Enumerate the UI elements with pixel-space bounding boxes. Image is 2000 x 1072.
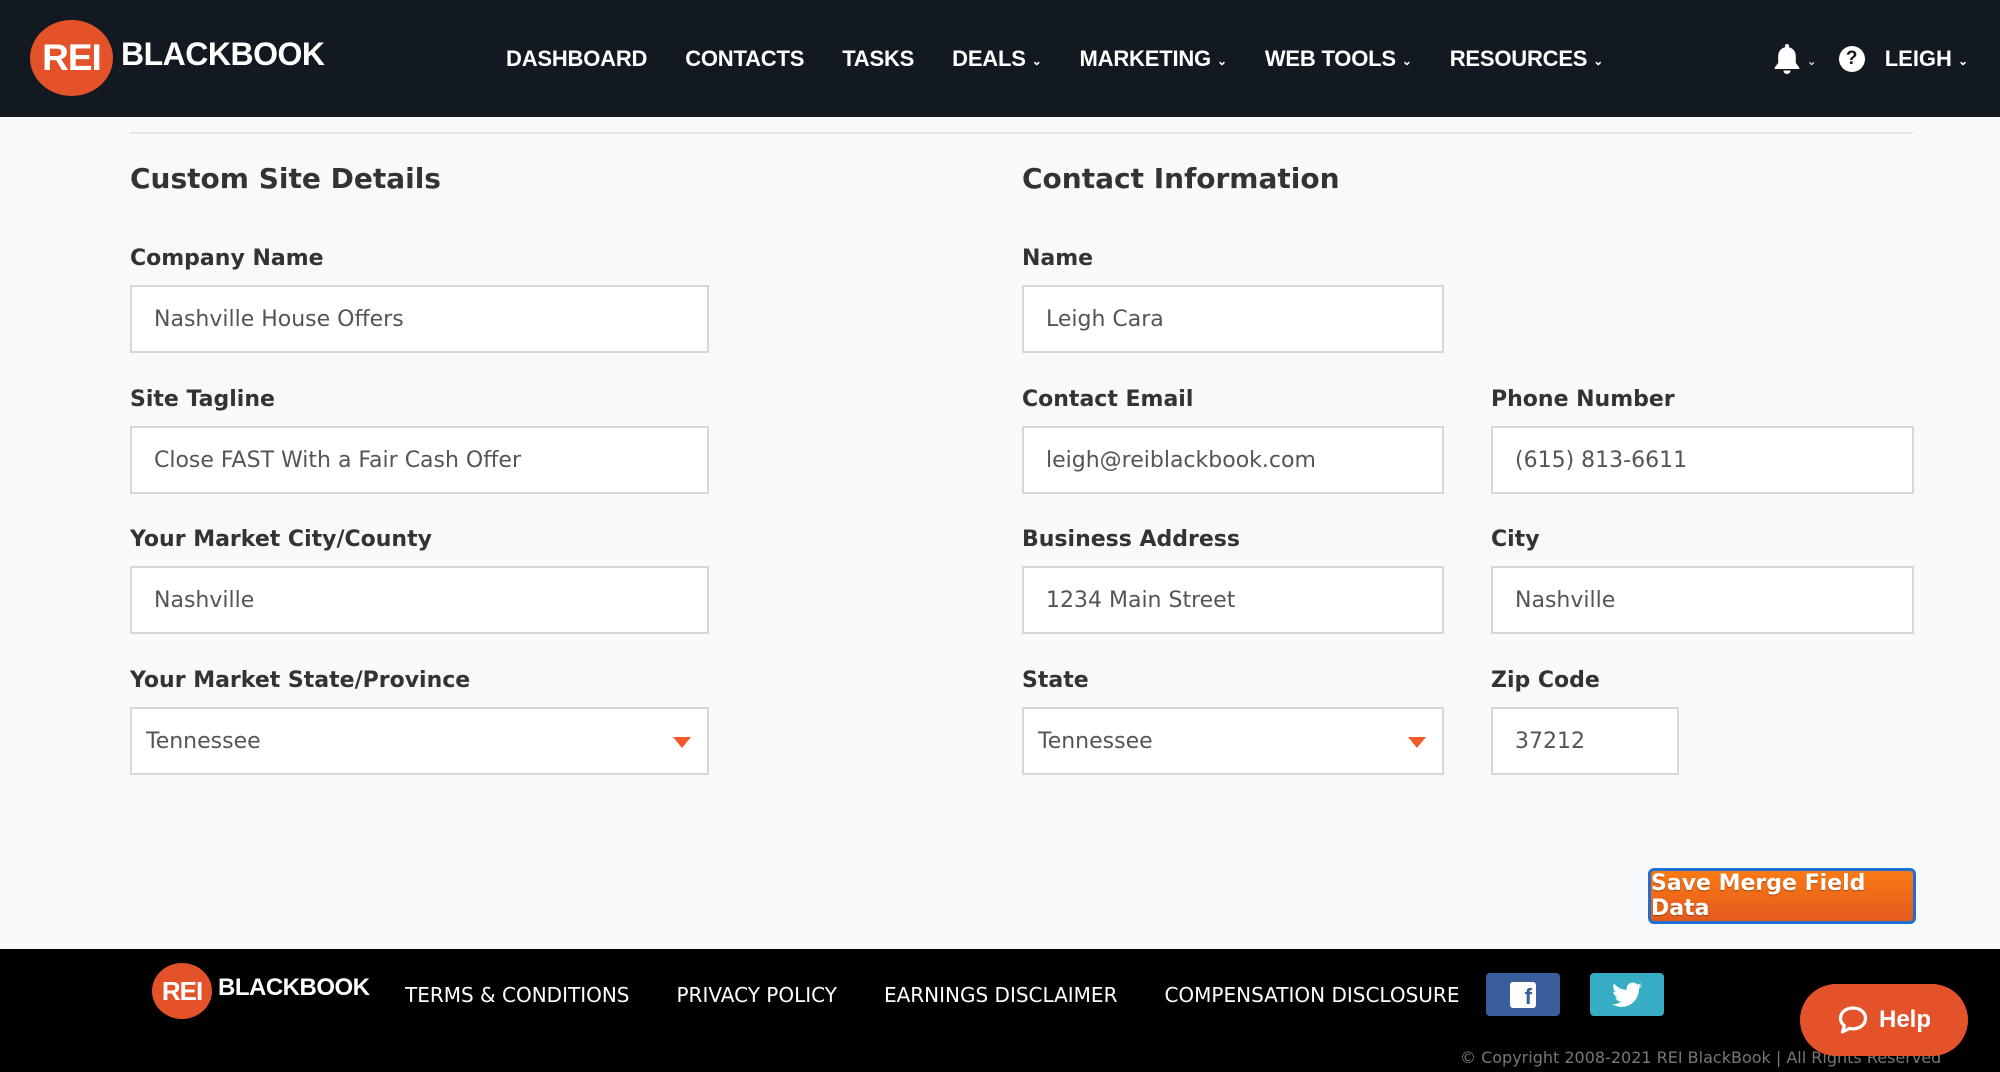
- market-state-label: Your Market State/Province: [130, 668, 471, 693]
- input-value: 37212: [1515, 728, 1585, 754]
- nav-label: DEALS: [952, 45, 1026, 71]
- save-merge-field-data-button[interactable]: Save Merge Field Data: [1648, 868, 1916, 924]
- site-tagline-label: Site Tagline: [130, 387, 275, 412]
- site-tagline-input[interactable]: Close FAST With a Fair Cash Offer: [130, 426, 709, 494]
- input-value: Leigh Cara: [1046, 306, 1164, 332]
- nav-label: RESOURCES: [1449, 45, 1588, 71]
- input-value: Close FAST With a Fair Cash Offer: [154, 447, 521, 473]
- company-name-input[interactable]: Nashville House Offers: [130, 285, 709, 353]
- custom-site-details-title: Custom Site Details: [130, 162, 441, 195]
- nav-label: MARKETING: [1079, 45, 1212, 71]
- nav-marketing[interactable]: MARKETING ⌄: [1080, 46, 1227, 72]
- nav-dashboard[interactable]: DASHBOARD: [506, 46, 647, 72]
- phone-number-label: Phone Number: [1491, 387, 1675, 412]
- chat-bubble-icon: [1838, 1006, 1868, 1034]
- input-value: 1234 Main Street: [1046, 587, 1236, 613]
- main-nav: DASHBOARD CONTACTS TASKS DEALS ⌄ MARKETIN…: [506, 0, 1641, 117]
- twitter-button[interactable]: [1590, 973, 1664, 1016]
- nav-label: CONTACTS: [685, 45, 805, 71]
- business-address-label: Business Address: [1022, 527, 1240, 552]
- input-value: Nashville House Offers: [154, 306, 404, 332]
- question-circle-icon[interactable]: ?: [1838, 45, 1865, 72]
- notifications-button[interactable]: ⌄: [1773, 43, 1817, 75]
- privacy-policy-link[interactable]: PRIVACY POLICY: [677, 983, 837, 1007]
- state-select[interactable]: Tennessee: [1022, 707, 1444, 775]
- chevron-down-icon: ⌄: [1593, 53, 1604, 68]
- chevron-down-icon: ⌄: [1401, 53, 1412, 68]
- chevron-down-icon: ⌄: [1216, 53, 1227, 68]
- name-label: Name: [1022, 246, 1094, 271]
- phone-number-input[interactable]: (615) 813-6611: [1491, 426, 1914, 494]
- top-navbar: REI BLACKBOOK DASHBOARD CONTACTS TASKS D…: [0, 0, 2000, 117]
- brand-logo[interactable]: REI BLACKBOOK: [30, 20, 325, 96]
- footer-links: TERMS & CONDITIONS PRIVACY POLICY EARNIN…: [405, 983, 1506, 1007]
- bell-icon: [1774, 43, 1799, 74]
- city-label: City: [1491, 527, 1540, 552]
- facebook-icon: f: [1510, 981, 1536, 1008]
- terms-conditions-link[interactable]: TERMS & CONDITIONS: [405, 983, 630, 1007]
- footer-logo[interactable]: REI BLACKBOOK: [152, 963, 370, 1019]
- chevron-down-icon: ⌄: [1957, 53, 1968, 68]
- nav-tasks[interactable]: TASKS: [842, 46, 914, 72]
- footer: REI BLACKBOOK TERMS & CONDITIONS PRIVACY…: [0, 949, 2000, 1072]
- select-value: Tennessee: [146, 728, 261, 754]
- help-chat-button[interactable]: Help: [1800, 984, 1968, 1056]
- nav-label: DASHBOARD: [506, 45, 648, 71]
- nav-deals[interactable]: DEALS ⌄: [952, 45, 1042, 72]
- help-label: Help: [1878, 1006, 1931, 1033]
- contact-email-label: Contact Email: [1022, 387, 1194, 412]
- logo-mark: REI: [152, 963, 212, 1019]
- nav-label: WEB TOOLS: [1264, 45, 1396, 71]
- market-city-label: Your Market City/County: [130, 527, 432, 552]
- twitter-icon: [1612, 982, 1642, 1007]
- input-value: leigh@reiblackbook.com: [1046, 447, 1316, 473]
- nav-label: TASKS: [842, 45, 915, 71]
- input-value: Nashville: [154, 587, 255, 613]
- nav-web-tools[interactable]: WEB TOOLS ⌄: [1265, 46, 1412, 72]
- section-divider: [130, 132, 1913, 134]
- caret-down-icon: [1408, 737, 1426, 748]
- nav-resources[interactable]: RESOURCES ⌄: [1449, 45, 1604, 72]
- user-name: LEIGH: [1884, 45, 1952, 71]
- business-address-input[interactable]: 1234 Main Street: [1022, 566, 1444, 634]
- select-value: Tennessee: [1038, 728, 1153, 754]
- city-input[interactable]: Nashville: [1491, 566, 1914, 634]
- compensation-disclosure-link[interactable]: COMPENSATION DISCLOSURE: [1164, 983, 1459, 1007]
- logo-mark: REI: [30, 20, 113, 96]
- input-value: (615) 813-6611: [1515, 447, 1688, 473]
- user-menu[interactable]: LEIGH ⌄: [1885, 46, 1968, 72]
- input-value: Nashville: [1515, 587, 1616, 613]
- caret-down-icon: [673, 737, 691, 748]
- nav-contacts[interactable]: CONTACTS: [685, 46, 804, 72]
- logo-text: BLACKBOOK: [218, 974, 370, 1001]
- market-city-input[interactable]: Nashville: [130, 566, 709, 634]
- zip-code-label: Zip Code: [1491, 668, 1600, 693]
- market-state-select[interactable]: Tennessee: [130, 707, 709, 775]
- chevron-down-icon: ⌄: [1031, 53, 1042, 68]
- chevron-down-icon: ⌄: [1806, 53, 1817, 68]
- facebook-button[interactable]: f: [1486, 973, 1560, 1016]
- state-label: State: [1022, 668, 1089, 693]
- zip-code-input[interactable]: 37212: [1491, 707, 1679, 775]
- nav-right: ⌄ ? LEIGH ⌄: [1773, 0, 1968, 117]
- earnings-disclaimer-link[interactable]: EARNINGS DISCLAIMER: [884, 983, 1118, 1007]
- name-input[interactable]: Leigh Cara: [1022, 285, 1444, 353]
- contact-information-title: Contact Information: [1022, 162, 1340, 195]
- contact-email-input[interactable]: leigh@reiblackbook.com: [1022, 426, 1444, 494]
- logo-text: BLACKBOOK: [121, 35, 325, 72]
- company-name-label: Company Name: [130, 246, 324, 271]
